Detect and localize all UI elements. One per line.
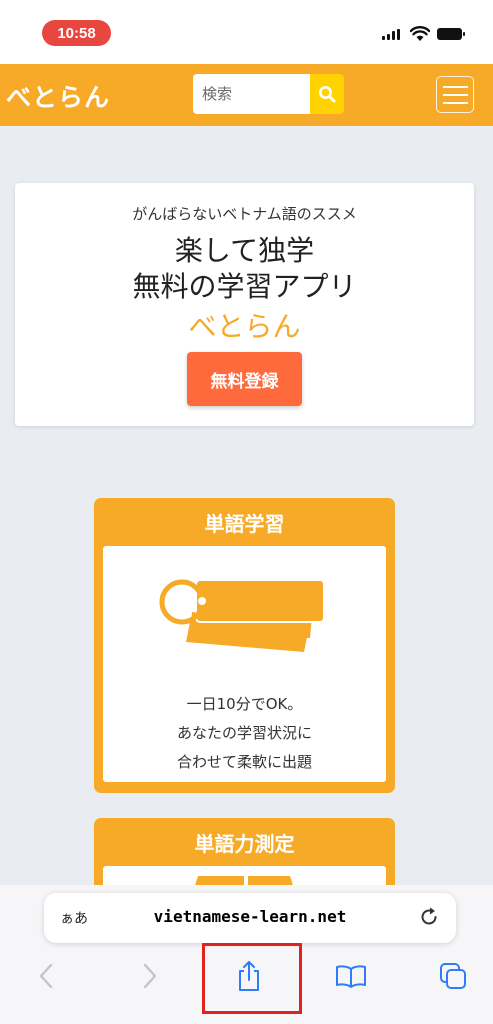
feature-description: 一日10分でOK。 あなたの学習状況に 合わせて柔軟に出題 [103,690,386,777]
url-text[interactable]: vietnamese-learn.net [44,907,456,926]
search-input[interactable] [193,74,310,114]
bookmarks-button[interactable] [331,956,371,996]
chevron-left-icon [39,963,53,989]
feature-card-vocabulary[interactable]: 単語学習 一日10分でOK。 あなたの学習状況に 合わせて柔軟に出題 [94,498,395,793]
feature-desc-line: あなたの学習状況に [176,724,312,742]
search-button[interactable] [310,74,344,114]
tabs-icon [440,963,466,989]
app-header: べとらん [0,64,493,126]
back-button[interactable] [26,956,66,996]
tabs-button[interactable] [433,956,473,996]
forward-button[interactable] [130,956,170,996]
hero-brand-name: べとらん [188,310,301,343]
free-register-button[interactable]: 無料登録 [187,352,302,406]
hero-subtitle: がんばらないベトナム語のススメ [132,205,357,223]
battery-icon [437,28,465,40]
hero-title: 楽して独学 無料の学習アプリ [15,233,474,305]
feature-title: 単語力測定 [194,832,295,856]
hamburger-menu-button[interactable] [436,76,474,113]
search-box [193,74,310,114]
menu-bar-icon [442,93,468,96]
status-time: 10:58 [42,20,111,46]
cellular-signal-icon [382,29,400,40]
status-bar: 10:58 [0,0,493,64]
wifi-icon [410,26,430,41]
hero-title-line-1: 楽して独学 [174,234,315,267]
site-logo[interactable]: べとらん [6,78,110,114]
menu-bar-icon [442,101,468,104]
share-button-highlight [202,943,302,1014]
hero-card: がんばらないベトナム語のススメ 楽して独学 無料の学習アプリ べとらん 無料登録 [15,183,474,426]
menu-bar-icon [442,85,468,88]
feature-desc-line: 合わせて柔軟に出題 [176,753,312,771]
book-icon [336,965,366,988]
address-bar[interactable]: ぁあ vietnamese-learn.net [44,893,456,943]
flashcards-icon [159,579,325,652]
hero-title-line-2: 無料の学習アプリ [132,270,357,303]
feature-body: 一日10分でOK。 あなたの学習状況に 合わせて柔軟に出題 [103,546,386,782]
feature-title: 単語学習 [204,512,285,536]
chevron-right-icon [143,963,157,989]
search-icon [319,86,336,103]
feature-desc-line: 一日10分でOK。 [186,695,303,713]
reload-icon[interactable] [418,906,440,928]
